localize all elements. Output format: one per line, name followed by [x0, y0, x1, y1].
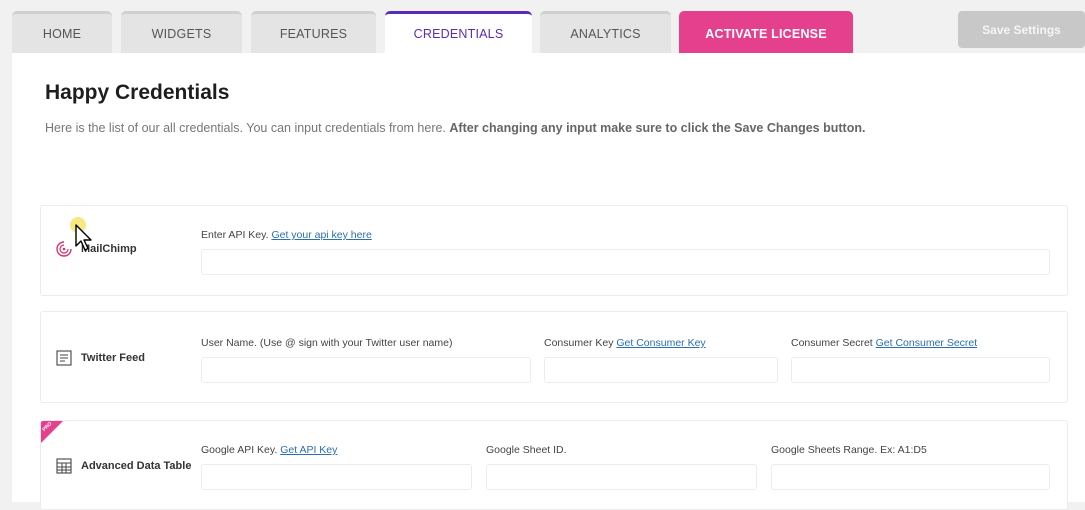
consumer-key-field: Consumer Key Get Consumer Key [544, 337, 778, 383]
mouse-cursor [70, 215, 100, 260]
mailchimp-api-key-field: Enter API Key. Get your api key here [201, 229, 1050, 275]
get-google-api-key-link[interactable]: Get API Key [280, 444, 337, 456]
consumer-key-input[interactable] [544, 357, 778, 383]
tab-home[interactable]: HOME [12, 11, 112, 53]
tab-bar: HOME WIDGETS FEATURES CREDENTIALS ANALYT… [0, 0, 1085, 53]
page-description: Here is the list of our all credentials.… [45, 121, 866, 135]
consumer-secret-input[interactable] [791, 357, 1050, 383]
twitter-username-input[interactable] [201, 357, 531, 383]
google-sheet-id-input[interactable] [486, 464, 757, 490]
google-sheets-range-input[interactable] [771, 464, 1050, 490]
page-title: Happy Credentials [45, 81, 230, 104]
twitter-feed-title: Twitter Feed [55, 349, 145, 367]
get-consumer-secret-link[interactable]: Get Consumer Secret [876, 337, 978, 349]
twitter-feed-label: Twitter Feed [81, 352, 145, 364]
save-settings-button[interactable]: Save Settings [958, 11, 1085, 48]
tab-credentials[interactable]: CREDENTIALS [385, 11, 532, 53]
data-table-icon [55, 457, 73, 475]
credentials-panel: Happy Credentials Here is the list of ou… [12, 53, 1085, 510]
tab-widgets[interactable]: WIDGETS [121, 11, 242, 53]
tab-analytics[interactable]: ANALYTICS [540, 11, 671, 53]
twitter-feed-card: Twitter Feed User Name. (Use @ sign with… [40, 311, 1068, 403]
consumer-secret-field: Consumer Secret Get Consumer Secret [791, 337, 1050, 383]
twitter-username-field: User Name. (Use @ sign with your Twitter… [201, 337, 531, 383]
mailchimp-card: MailChimp Enter API Key. Get your api ke… [40, 205, 1068, 296]
get-consumer-key-link[interactable]: Get Consumer Key [616, 337, 705, 349]
google-api-key-input[interactable] [201, 464, 472, 490]
google-sheets-range-field: Google Sheets Range. Ex: A1:D5 [771, 444, 1050, 490]
twitter-feed-icon [55, 349, 73, 367]
google-sheet-id-field: Google Sheet ID. [486, 444, 757, 490]
mailchimp-api-key-input[interactable] [201, 249, 1050, 275]
tab-features[interactable]: FEATURES [251, 11, 376, 53]
google-api-key-field: Google API Key. Get API Key [201, 444, 472, 490]
advanced-data-table-title: Advanced Data Table [55, 457, 191, 475]
get-api-key-link[interactable]: Get your api key here [271, 229, 371, 241]
advanced-data-table-card: PRO Advanced Data Table Google API Key. … [40, 420, 1068, 510]
activate-license-button[interactable]: ACTIVATE LICENSE [679, 11, 853, 53]
advanced-data-table-label: Advanced Data Table [81, 460, 192, 472]
